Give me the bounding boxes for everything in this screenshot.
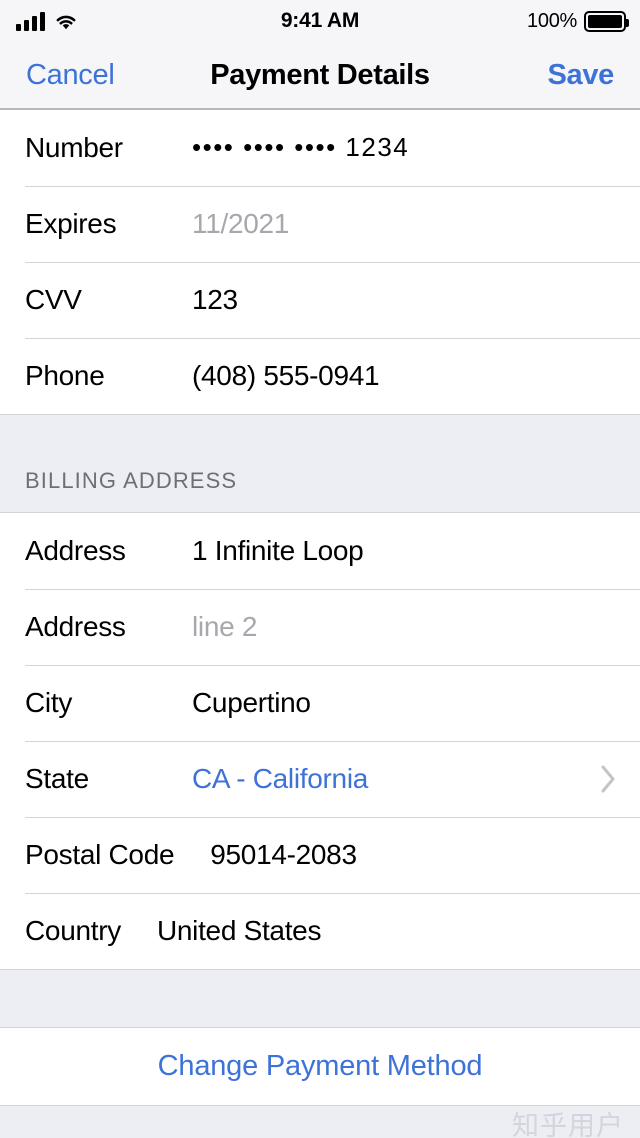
footer-section-gap [0, 969, 640, 1028]
bottom-padding: 知乎用户 [0, 1106, 640, 1138]
table-row-city[interactable]: City Cupertino [0, 665, 640, 741]
billing-address-section-gap: BILLING ADDRESS [0, 414, 640, 513]
row-label: Country [25, 915, 121, 946]
table-row-address-1[interactable]: Address 1 Infinite Loop [0, 513, 640, 589]
address-line1-field[interactable]: 1 Infinite Loop [192, 535, 618, 567]
row-label: Phone [25, 360, 105, 391]
table-row-postal-code[interactable]: Postal Code 95014-2083 [0, 817, 640, 893]
battery-percent-label: 100% [527, 9, 577, 32]
card-details-section: Number •••• •••• •••• 1234 Expires 11/20… [0, 110, 640, 414]
row-label: Address [25, 535, 126, 566]
row-label: Expires [25, 208, 117, 239]
card-number-field[interactable]: •••• •••• •••• 1234 [192, 132, 618, 163]
row-label: CVV [25, 284, 82, 315]
row-label: Address [25, 611, 126, 642]
table-row-state[interactable]: State CA - California [0, 741, 640, 817]
cvv-field[interactable]: 123 [192, 284, 618, 316]
table-row-number[interactable]: Number •••• •••• •••• 1234 [0, 110, 640, 186]
billing-address-section: Address 1 Infinite Loop Address line 2 C… [0, 513, 640, 969]
navigation-bar: Cancel Payment Details Save [0, 42, 640, 110]
row-label: Postal Code [25, 839, 175, 870]
chevron-right-icon [598, 762, 618, 796]
row-label: City [25, 687, 73, 718]
section-header-billing-address: BILLING ADDRESS [25, 468, 238, 493]
change-payment-method-label: Change Payment Method [157, 1050, 483, 1082]
change-payment-method-button[interactable]: Change Payment Method [0, 1028, 640, 1106]
table-row-expires[interactable]: Expires 11/2021 [0, 186, 640, 262]
watermark: 知乎用户 [512, 1111, 624, 1138]
payment-details-screen: 9:41 AM 100% Cancel Payment Details Save… [0, 0, 640, 1138]
battery-full-icon [584, 10, 629, 32]
expires-field[interactable]: 11/2021 [192, 208, 618, 240]
table-row-country[interactable]: Country United States [0, 893, 640, 969]
table-row-cvv[interactable]: CVV 123 [0, 262, 640, 338]
page-title: Payment Details [210, 58, 430, 91]
table-row-phone[interactable]: Phone (408) 555-0941 [0, 338, 640, 414]
row-label: State [25, 763, 89, 794]
postal-code-field[interactable]: 95014-2083 [210, 839, 618, 871]
address-line2-field[interactable]: line 2 [192, 611, 618, 643]
phone-field[interactable]: (408) 555-0941 [192, 360, 618, 392]
status-bar-right: 100% [527, 0, 629, 42]
status-bar: 9:41 AM 100% [0, 0, 640, 42]
table-row-address-2[interactable]: Address line 2 [0, 589, 640, 665]
city-field[interactable]: Cupertino [192, 687, 618, 719]
row-label: Number [25, 132, 123, 163]
save-button[interactable]: Save [547, 42, 614, 108]
state-field[interactable]: CA - California [192, 763, 586, 795]
country-field[interactable]: United States [157, 915, 618, 947]
